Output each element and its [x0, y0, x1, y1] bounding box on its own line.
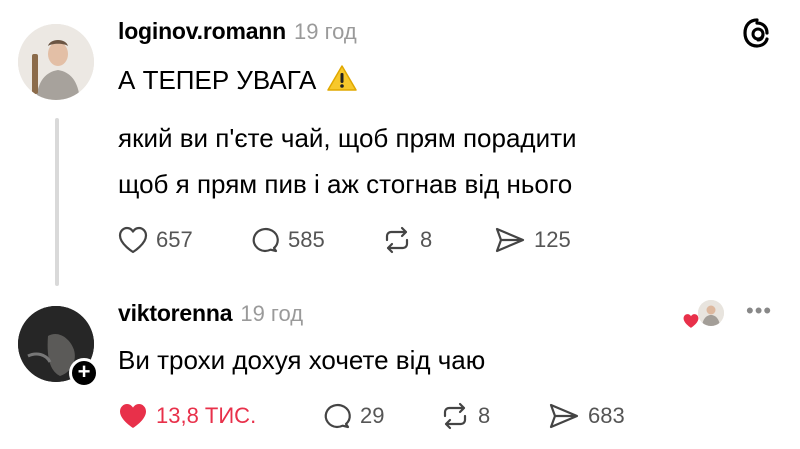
reply-repost-button[interactable]: 8	[440, 402, 490, 430]
repost-icon	[382, 226, 412, 254]
send-icon	[494, 226, 526, 254]
post-time: 19 год	[294, 19, 357, 44]
post-title-row: А ТЕПЕР УВАГА	[118, 60, 358, 100]
avatar[interactable]	[18, 24, 94, 100]
repost-icon	[440, 402, 470, 430]
heart-icon	[118, 226, 148, 254]
reply-reply-button[interactable]: 29	[322, 402, 384, 430]
post-username[interactable]: loginov.romann	[118, 18, 286, 44]
reply-share-count: 683	[588, 403, 625, 428]
comment-icon	[250, 226, 280, 254]
share-count: 125	[534, 227, 571, 252]
reply-count: 585	[288, 227, 325, 252]
post-line: щоб я прям пив і аж стогнав від нього	[118, 169, 573, 199]
reply-header: viktorenna 19 год	[118, 300, 303, 327]
send-icon	[548, 402, 580, 430]
follow-plus-button[interactable]: +	[69, 358, 99, 388]
reply-like-count: 13,8 ТИС.	[156, 403, 257, 428]
post-line: який ви п'єте чай, щоб прям порадити	[118, 123, 577, 153]
reply-reply-count: 29	[360, 403, 385, 428]
thread-line	[55, 118, 59, 286]
author-liked-heart-icon	[682, 313, 700, 334]
post-header: loginov.romann 19 год	[118, 18, 357, 45]
reply-username[interactable]: viktorenna	[118, 300, 233, 326]
share-button[interactable]: 125	[494, 226, 571, 254]
reply-like-button[interactable]: 13,8 ТИС.	[118, 402, 256, 430]
repost-button[interactable]: 8	[382, 226, 432, 254]
like-button[interactable]: 657	[118, 226, 193, 254]
more-options-icon[interactable]: •••	[746, 298, 772, 324]
reply-button[interactable]: 585	[250, 226, 325, 254]
repost-count: 8	[420, 227, 433, 252]
post-body: який ви п'єте чай, щоб прям порадити щоб…	[118, 118, 577, 204]
author-mini-avatar	[698, 300, 724, 326]
reply-repost-count: 8	[478, 403, 491, 428]
threads-icon[interactable]	[740, 16, 774, 50]
comment-icon	[322, 402, 352, 430]
reply-time: 19 год	[240, 301, 304, 326]
like-count: 657	[156, 227, 193, 252]
reply-share-button[interactable]: 683	[548, 402, 625, 430]
warning-icon	[326, 64, 358, 97]
reply-text: Ви трохи дохуя хочете від чаю	[118, 345, 486, 375]
heart-filled-icon	[118, 402, 148, 430]
post-title: А ТЕПЕР УВАГА	[118, 65, 317, 95]
